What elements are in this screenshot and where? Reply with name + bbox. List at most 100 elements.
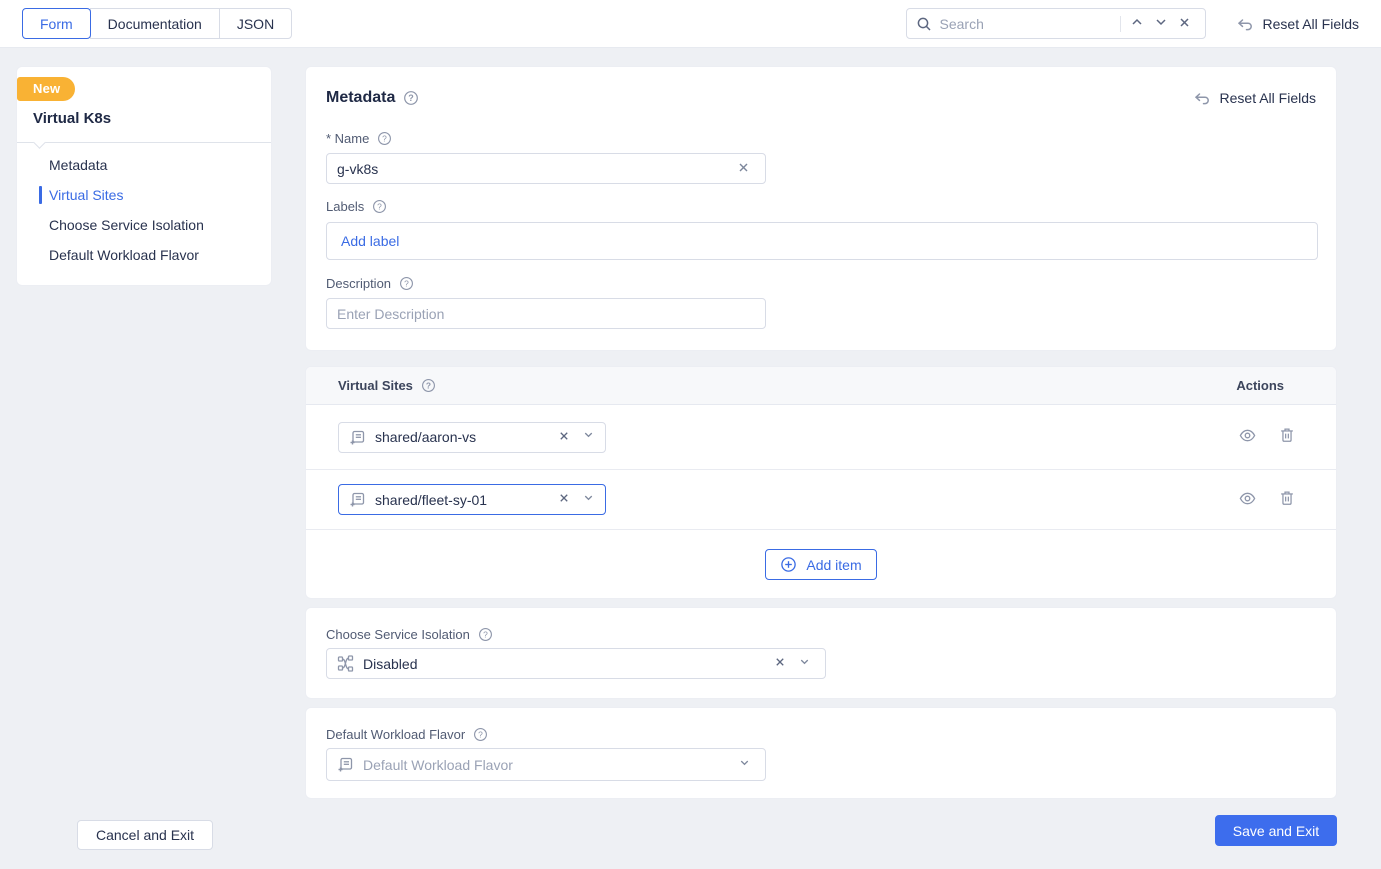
virtual-site-row: shared/fleet-sy-01 [306,470,1336,530]
reset-all-fields-button-metadata[interactable]: Reset All Fields [1193,89,1316,107]
close-icon [1178,16,1191,32]
delete-row-button[interactable] [1278,426,1296,448]
name-input[interactable] [337,160,732,177]
sidebar-nav: Metadata Virtual Sites Choose Service Is… [17,150,271,270]
svg-text:?: ? [377,202,382,212]
object-add-icon [349,429,366,446]
virtual-sites-title: Virtual Sites [338,378,413,393]
add-label-button[interactable]: Add label [341,233,399,249]
help-icon[interactable]: ? [473,727,488,742]
clear-selection-button[interactable] [558,492,570,507]
service-isolation-select[interactable]: Disabled [326,648,826,679]
svg-text:?: ? [478,730,483,740]
add-item-button[interactable]: Add item [765,549,877,580]
search-prev-button[interactable] [1125,13,1149,34]
add-item-label: Add item [806,556,862,573]
description-field-label: Description [326,276,392,291]
form-sidebar: New Virtual K8s Metadata Virtual Sites C… [16,66,272,286]
help-icon[interactable]: ? [377,131,392,146]
svg-text:?: ? [483,630,488,640]
svg-text:?: ? [383,134,388,144]
description-field [326,298,766,329]
close-icon [737,161,750,177]
name-field [326,153,766,184]
tab-form[interactable]: Form [22,8,91,39]
sidebar-item-virtual-sites[interactable]: Virtual Sites [17,180,271,210]
clear-selection-button[interactable] [558,430,570,445]
svg-text:?: ? [409,93,415,103]
metadata-title: Metadata [326,89,396,106]
close-icon [774,656,786,671]
sidebar-item-choose-service-isolation[interactable]: Choose Service Isolation [17,210,271,240]
workload-flavor-section: Default Workload Flavor ? Default Worklo… [305,707,1337,799]
chevron-up-icon [1130,15,1144,32]
search-clear-button[interactable] [1173,14,1196,34]
cancel-and-exit-button[interactable]: Cancel and Exit [77,820,214,850]
search-next-button[interactable] [1149,13,1173,34]
virtual-site-value: shared/aaron-vs [375,429,477,445]
delete-row-button[interactable] [1278,489,1296,511]
workload-flavor-placeholder: Default Workload Flavor [363,756,513,773]
page-content: New Virtual K8s Metadata Virtual Sites C… [0,48,1381,869]
svg-text:?: ? [426,381,431,391]
workflow-nodes-icon [337,655,354,672]
tab-json[interactable]: JSON [218,8,293,39]
sidebar-item-default-workload-flavor[interactable]: Default Workload Flavor [17,240,271,270]
plus-circle-icon [780,556,797,573]
topbar-right: Reset All Fields [905,8,1359,39]
help-icon[interactable]: ? [478,627,493,642]
virtual-site-select-1[interactable]: shared/aaron-vs [338,421,606,453]
workload-flavor-select[interactable]: Default Workload Flavor [326,748,766,781]
sidebar-item-metadata[interactable]: Metadata [17,150,271,180]
help-icon[interactable]: ? [399,276,414,291]
svg-text:?: ? [404,279,409,289]
undo-icon [1236,15,1254,33]
clear-selection-button[interactable] [774,656,786,671]
search-box[interactable] [905,8,1206,39]
search-icon [916,16,932,32]
view-row-button[interactable] [1238,489,1257,511]
name-clear-button[interactable] [732,159,755,179]
description-input[interactable] [337,305,755,322]
virtual-site-row: shared/aaron-vs [306,405,1336,470]
reset-all-fields-button-top[interactable]: Reset All Fields [1236,15,1359,33]
workload-flavor-label: Default Workload Flavor [326,727,466,742]
object-add-icon [337,756,354,773]
reset-all-fields-label: Reset All Fields [1262,15,1359,32]
virtual-sites-section: Virtual Sites ? Actions shared/aaron-vs [305,366,1337,599]
chevron-down-icon [1154,15,1168,32]
page-title: Virtual K8s [33,110,112,127]
reset-all-fields-label: Reset All Fields [1219,90,1316,106]
close-icon [558,492,570,507]
help-icon[interactable]: ? [403,90,419,106]
new-badge: New [17,77,76,101]
labels-field: Add label [326,222,1318,260]
trash-icon [1278,489,1296,511]
chevron-down-icon[interactable] [582,428,595,446]
topbar: Form Documentation JSON Reset All Fi [0,0,1381,48]
chevron-down-icon[interactable] [582,491,595,509]
service-isolation-label: Choose Service Isolation [326,627,470,642]
chevron-down-icon[interactable] [738,756,751,774]
search-input[interactable] [939,15,1116,32]
help-icon[interactable]: ? [372,199,387,214]
tab-documentation[interactable]: Documentation [89,8,220,39]
virtual-site-select-2[interactable]: shared/fleet-sy-01 [338,484,606,515]
actions-column-header: Actions [1236,378,1284,393]
labels-field-label: Labels [326,199,365,214]
help-icon[interactable]: ? [421,378,436,393]
chevron-down-icon[interactable] [798,655,811,673]
service-isolation-value: Disabled [363,655,418,672]
sidebar-divider [17,136,271,149]
caret-notch [33,136,46,149]
view-row-button[interactable] [1238,426,1257,448]
eye-icon [1238,426,1257,448]
close-icon [558,430,570,445]
name-field-label: * Name [326,131,370,146]
service-isolation-section: Choose Service Isolation ? Disabled [305,607,1337,699]
save-and-exit-button[interactable]: Save and Exit [1215,815,1337,846]
object-add-icon [349,491,366,508]
eye-icon [1238,489,1257,511]
undo-icon [1193,89,1211,107]
virtual-site-value: shared/fleet-sy-01 [375,491,488,508]
